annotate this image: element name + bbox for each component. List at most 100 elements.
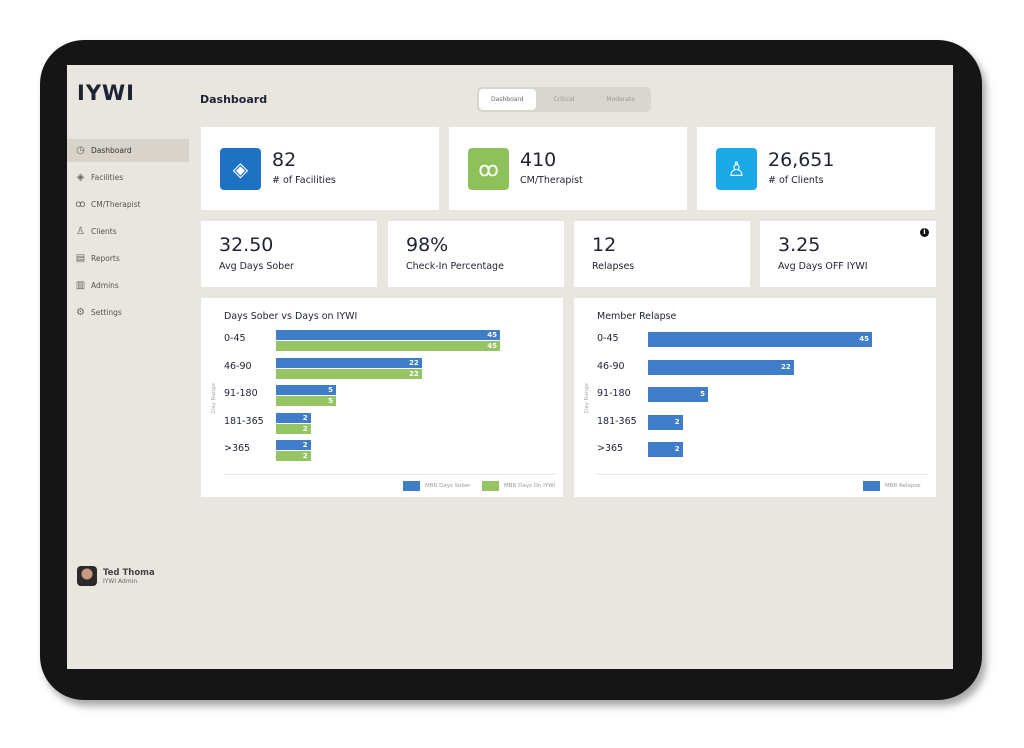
data-label: 22 (409, 369, 419, 378)
legend-swatch (863, 481, 880, 491)
sidebar-item-label: Admins (91, 281, 119, 290)
data-label: 2 (302, 452, 308, 460)
category-label: 0-45 (597, 333, 619, 344)
stat-label: Avg Days OFF IYWI (778, 261, 868, 272)
data-label: 45 (487, 342, 497, 350)
category-label: >365 (597, 443, 624, 454)
logo: IYWI (77, 81, 135, 105)
sidebar-item-cm-therapist[interactable]: ꝏ CM/Therapist (67, 193, 189, 216)
stat-label: Relapses (592, 261, 635, 272)
bar-mbr-relapse[interactable]: 22 (648, 359, 794, 375)
user-name: Ted Thoma (103, 567, 155, 578)
user-icon: ♙ (716, 148, 757, 190)
kpi-value: 26,651 (768, 149, 835, 171)
user-role: IYWI Admin (103, 577, 138, 585)
avatar (77, 566, 97, 586)
data-label: 45 (487, 331, 497, 339)
info-icon[interactable]: i (920, 228, 929, 237)
sidebar-item-label: CM/Therapist (91, 200, 141, 209)
y-axis-label: Day Range (211, 382, 217, 413)
bar-mbr-days-sober[interactable]: 45 (276, 330, 500, 340)
chart-title: Member Relapse (597, 311, 677, 322)
data-label: 2 (302, 441, 308, 449)
sidebar-item-label: Facilities (91, 173, 124, 182)
bar-mbr-relapse[interactable]: 2 (648, 414, 683, 430)
kpi-label: # of Clients (768, 175, 824, 186)
legend-label: MBR Days On IYWI (504, 483, 556, 489)
category-label: >365 (224, 443, 251, 454)
sidebar: ◷ Dashboard ◈ Facilities ꝏ CM/Therapist ♙ Clien… (67, 139, 189, 328)
data-label: 5 (700, 390, 705, 398)
bar-mbr-relapse[interactable]: 2 (648, 442, 683, 457)
gear-icon: ⚙ (76, 307, 85, 318)
category-label: 46-90 (597, 360, 625, 372)
kpi-value: 410 (520, 149, 557, 171)
screen: IYWI ◷ Dashboard ◈ Facilities ꝏ CM/Therapist ♙… (67, 65, 953, 669)
y-axis-label: Day Range (584, 382, 590, 413)
tab-critical[interactable]: Critical (536, 89, 593, 110)
data-label: 22 (409, 358, 419, 367)
stat-value: 98% (406, 234, 449, 256)
data-label: 2 (302, 424, 308, 433)
legend-item[interactable]: MBR Relapse (863, 481, 921, 491)
building-icon: ▥ (75, 280, 86, 291)
stat-label: Check-In Percentage (406, 261, 504, 272)
kpi-label: # of Facilities (272, 175, 336, 186)
bar-mbr-days-on-iywi[interactable]: 5 (276, 396, 336, 406)
category-label: 91-180 (224, 388, 258, 399)
sidebar-item-settings[interactable]: ⚙ Settings (67, 301, 189, 324)
sidebar-item-label: Reports (91, 254, 120, 263)
sidebar-item-label: Settings (91, 308, 122, 317)
stat-value: 32.50 (219, 234, 274, 256)
bar-mbr-relapse[interactable]: 45 (648, 332, 872, 347)
legend-item[interactable]: MBR Days Sober (403, 481, 471, 491)
kpi-card: ♙ 26,651 # of Clients (697, 127, 935, 210)
data-label: 5 (328, 386, 333, 394)
axis-line (597, 474, 928, 475)
stat-card: 32.50 Avg Days Sober (201, 221, 377, 287)
stat-value: 12 (592, 234, 617, 256)
bar-mbr-days-sober[interactable]: 2 (276, 412, 311, 423)
sidebar-item-clients[interactable]: ♙ Clients (67, 220, 189, 243)
legend-item[interactable]: MBR Days On IYWI (482, 481, 555, 491)
users-icon: ꝏ (75, 199, 86, 210)
tab-bar: Dashboard Critical Moderate (477, 87, 651, 112)
data-label: 5 (328, 397, 333, 405)
kpi-label: CM/Therapist (520, 175, 583, 186)
chart-member-relapse: Member Relapse Day Range 0-45 45 46-90 22 91-1… (574, 298, 936, 497)
user-profile[interactable]: Ted Thoma IYWI Admin (77, 566, 155, 586)
dashboard-gauge-icon: ◷ (76, 145, 85, 156)
bar-mbr-days-sober[interactable]: 5 (276, 385, 336, 395)
layers-icon: ◈ (76, 172, 85, 183)
kpi-card: ꝏ 410 CM/Therapist (449, 127, 687, 210)
legend-swatch (403, 481, 420, 491)
bar-mbr-days-sober[interactable]: 2 (276, 440, 311, 450)
sidebar-item-admins[interactable]: ▥ Admins (67, 274, 189, 297)
bar-mbr-relapse[interactable]: 5 (648, 387, 708, 402)
sidebar-item-label: Dashboard (91, 146, 132, 155)
bar-mbr-days-on-iywi[interactable]: 45 (276, 341, 500, 351)
stat-value: 3.25 (778, 234, 821, 256)
bar-mbr-days-on-iywi[interactable]: 2 (276, 451, 311, 461)
bar-mbr-days-sober[interactable]: 22 (276, 357, 422, 368)
data-label: 2 (674, 445, 680, 453)
reports-icon: ▤ (75, 253, 86, 264)
tab-dashboard[interactable]: Dashboard (479, 89, 536, 110)
stat-label: Avg Days Sober (219, 261, 294, 272)
sidebar-item-label: Clients (91, 227, 117, 236)
stat-card: 3.25 Avg Days OFF IYWI i (760, 221, 936, 287)
legend-label: MBR Days Sober (425, 483, 471, 489)
sidebar-item-facilities[interactable]: ◈ Facilities (67, 166, 189, 189)
sidebar-item-dashboard[interactable]: ◷ Dashboard (67, 139, 189, 162)
bar-mbr-days-on-iywi[interactable]: 22 (276, 368, 422, 379)
kpi-value: 82 (272, 149, 297, 171)
category-label: 0-45 (224, 333, 246, 344)
stat-card: 12 Relapses (574, 221, 750, 287)
category-label: 181-365 (224, 415, 264, 427)
sidebar-item-reports[interactable]: ▤ Reports (67, 247, 189, 270)
bar-mbr-days-on-iywi[interactable]: 2 (276, 423, 311, 434)
legend-swatch (482, 481, 499, 491)
users-icon: ꝏ (468, 148, 509, 190)
axis-line (224, 474, 555, 475)
tab-moderate[interactable]: Moderate (592, 89, 649, 110)
